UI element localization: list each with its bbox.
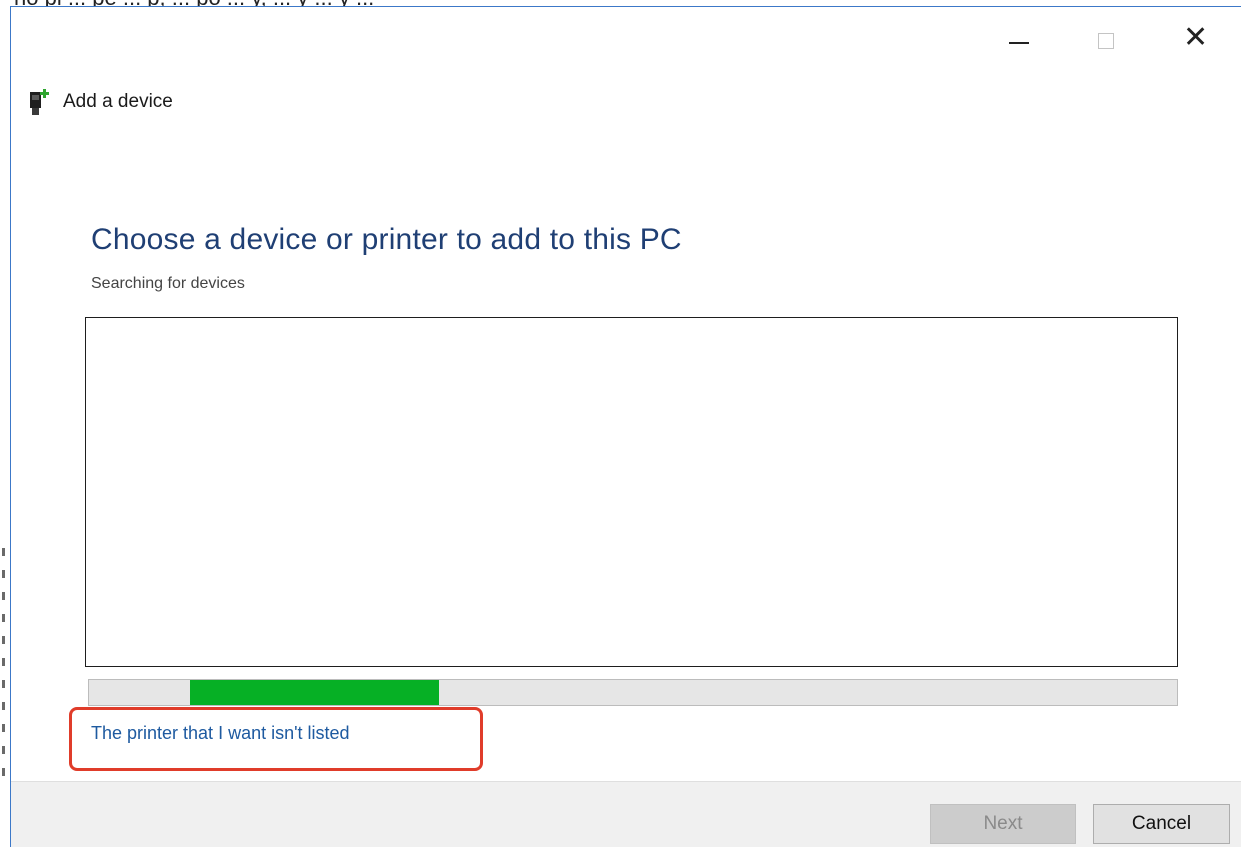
next-button[interactable]: Next bbox=[930, 804, 1076, 844]
page-heading: Choose a device or printer to add to thi… bbox=[91, 223, 682, 256]
close-button[interactable]: ✕ bbox=[1153, 7, 1241, 81]
add-device-dialog: ✕ Add a device Choose a device or printe… bbox=[10, 6, 1241, 847]
window-controls: ✕ bbox=[977, 7, 1241, 81]
device-add-icon bbox=[30, 89, 49, 115]
progress-chunk bbox=[190, 680, 440, 705]
cancel-button[interactable]: Cancel bbox=[1093, 804, 1230, 844]
window-title: Add a device bbox=[63, 91, 173, 112]
background-page-marks bbox=[2, 548, 5, 788]
close-icon: ✕ bbox=[1183, 20, 1209, 55]
maximize-icon bbox=[1098, 33, 1114, 49]
screen: ho pi ... pe ... p, ... po ... y, ... y … bbox=[0, 0, 1241, 847]
device-list[interactable] bbox=[85, 317, 1178, 667]
dialog-footer: Next Cancel bbox=[11, 781, 1241, 847]
maximize-button[interactable] bbox=[1065, 7, 1153, 81]
minimize-button[interactable] bbox=[977, 7, 1065, 81]
search-status: Searching for devices bbox=[91, 275, 245, 292]
background-page-edge bbox=[0, 0, 10, 847]
printer-not-listed-link[interactable]: The printer that I want isn't listed bbox=[91, 723, 350, 744]
search-progress-bar bbox=[88, 679, 1178, 706]
window-title-bar: Add a device bbox=[29, 87, 173, 117]
minimize-icon bbox=[1009, 42, 1029, 44]
